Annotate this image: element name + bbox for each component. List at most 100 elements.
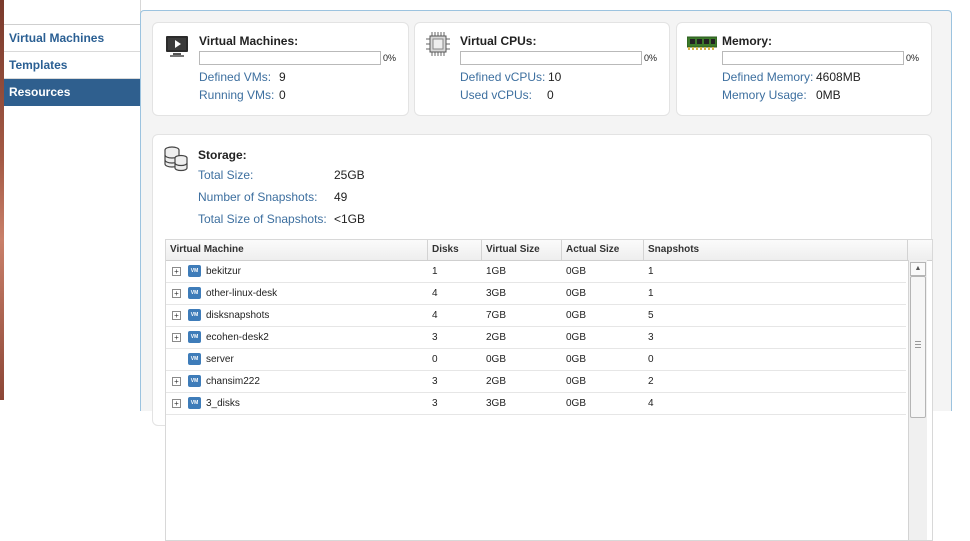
grip-icon [915,341,921,342]
vm-icon: VM [188,265,201,277]
virtual-size-cell: 0GB [486,354,507,365]
number-of-snapshots-label: Number of Snapshots: [198,190,318,204]
actual-size-cell: 0GB [566,288,587,299]
scroll-up-arrow-icon[interactable]: ▲ [910,262,926,276]
table-row[interactable]: + VM 3_disks 3 3GB 0GB 4 [166,393,906,415]
expand-toggle[interactable]: + [172,399,181,408]
snapshots-cell: 0 [648,354,654,365]
running-vms-label: Running VMs: [199,88,275,102]
expand-toggle[interactable]: + [172,311,181,320]
snapshots-cell: 2 [648,376,654,387]
virtual-size-cell: 3GB [486,288,507,299]
virtual-machines-card: Virtual Machines: 0% Defined VMs: 9 Runn… [152,22,409,116]
defined-vms-value: 9 [279,70,286,84]
sidebar-top-spacer [4,0,140,25]
disks-cell: 1 [432,266,438,277]
vm-name: chansim222 [206,376,260,387]
number-of-snapshots-value: 49 [334,190,348,204]
sidebar-item-templates[interactable]: Templates [4,52,140,79]
table-header: Virtual Machine Disks Virtual Size Actua… [166,240,932,261]
column-header-virtual-machine[interactable]: Virtual Machine [166,240,428,260]
virtual-size-cell: 2GB [486,332,507,343]
actual-size-cell: 0GB [566,398,587,409]
total-size-value: 25GB [334,168,365,182]
column-header-disks[interactable]: Disks [428,240,482,260]
disks-cell: 3 [432,332,438,343]
cpus-usage-percent: 0% [644,53,658,63]
table-row[interactable]: + VM bekitzur 1 1GB 0GB 1 [166,261,906,283]
vm-icon: VM [188,331,201,343]
total-size-label: Total Size: [198,168,254,182]
actual-size-cell: 0GB [566,332,587,343]
scroll-thumb[interactable] [910,276,926,418]
monitor-play-icon [165,35,189,62]
snapshots-cell: 5 [648,310,654,321]
column-header-actual-size[interactable]: Actual Size [562,240,644,260]
expand-toggle[interactable]: + [172,289,181,298]
memory-usage-label: Memory Usage: [722,88,807,102]
table-row[interactable]: VM server 0 0GB 0GB 0 [166,349,906,371]
disks-cell: 0 [432,354,438,365]
column-header-snapshots[interactable]: Snapshots [644,240,908,260]
snapshots-cell: 1 [648,288,654,299]
defined-vcpus-label: Defined vCPUs: [460,70,546,84]
cpu-chip-icon [425,31,451,60]
vm-icon: VM [188,375,201,387]
storage-title: Storage: [198,148,247,162]
disks-cell: 4 [432,310,438,321]
virtual-size-cell: 1GB [486,266,507,277]
actual-size-cell: 0GB [566,354,587,365]
memory-usage-value: 0MB [816,88,841,102]
table-row[interactable]: + VM chansim222 3 2GB 0GB 2 [166,371,906,393]
vms-usage-bar [199,51,381,65]
defined-memory-label: Defined Memory: [722,70,814,84]
actual-size-cell: 0GB [566,310,587,321]
vm-name: server [206,354,234,365]
virtual-size-cell: 7GB [486,310,507,321]
actual-size-cell: 0GB [566,266,587,277]
snapshots-cell: 4 [648,398,654,409]
memory-usage-percent: 0% [906,53,920,63]
expand-toggle[interactable]: + [172,377,181,386]
disks-cell: 4 [432,288,438,299]
vm-icon: VM [188,287,201,299]
virtual-size-cell: 2GB [486,376,507,387]
defined-vcpus-value: 10 [548,70,562,84]
memory-card: Memory: 0% Defined Memory: 4608MB Memory… [676,22,932,116]
sidebar-item-virtual-machines[interactable]: Virtual Machines [4,25,140,52]
snapshots-cell: 3 [648,332,654,343]
expand-toggle[interactable]: + [172,267,181,276]
actual-size-cell: 0GB [566,376,587,387]
table-row[interactable]: + VM ecohen-desk2 3 2GB 0GB 3 [166,327,906,349]
snapshots-cell: 1 [648,266,654,277]
table-row[interactable]: + VM disksnapshots 4 7GB 0GB 5 [166,305,906,327]
cpus-title: Virtual CPUs: [460,34,537,48]
vm-name: bekitzur [206,266,242,277]
disks-cell: 3 [432,398,438,409]
vm-name: disksnapshots [206,310,270,321]
virtual-cpus-card: Virtual CPUs: 0% Defined vCPUs: 10 Used … [414,22,670,116]
vm-icon: VM [188,353,201,365]
defined-memory-value: 4608MB [816,70,861,84]
vm-icon: VM [188,397,201,409]
column-header-virtual-size[interactable]: Virtual Size [482,240,562,260]
disks-cell: 3 [432,376,438,387]
used-vcpus-label: Used vCPUs: [460,88,533,102]
storage-table: Virtual Machine Disks Virtual Size Actua… [165,239,933,541]
memory-usage-bar [722,51,904,65]
vm-icon: VM [188,309,201,321]
storage-card: Storage: Total Size: 25GB Number of Snap… [152,134,933,541]
sidebar: Virtual Machines Templates Resources [4,0,141,400]
expand-toggle[interactable]: + [172,333,181,342]
defined-vms-label: Defined VMs: [199,70,272,84]
total-size-of-snapshots-label: Total Size of Snapshots: [198,212,327,226]
memory-module-icon [686,36,718,53]
vm-name: 3_disks [206,398,240,409]
used-vcpus-value: 0 [547,88,554,102]
table-scrollbar[interactable]: ▲ [908,260,927,540]
cpus-usage-bar [460,51,642,65]
running-vms-value: 0 [279,88,286,102]
vm-name: other-linux-desk [206,288,278,299]
table-row[interactable]: + VM other-linux-desk 4 3GB 0GB 1 [166,283,906,305]
sidebar-item-resources[interactable]: Resources [4,79,140,106]
